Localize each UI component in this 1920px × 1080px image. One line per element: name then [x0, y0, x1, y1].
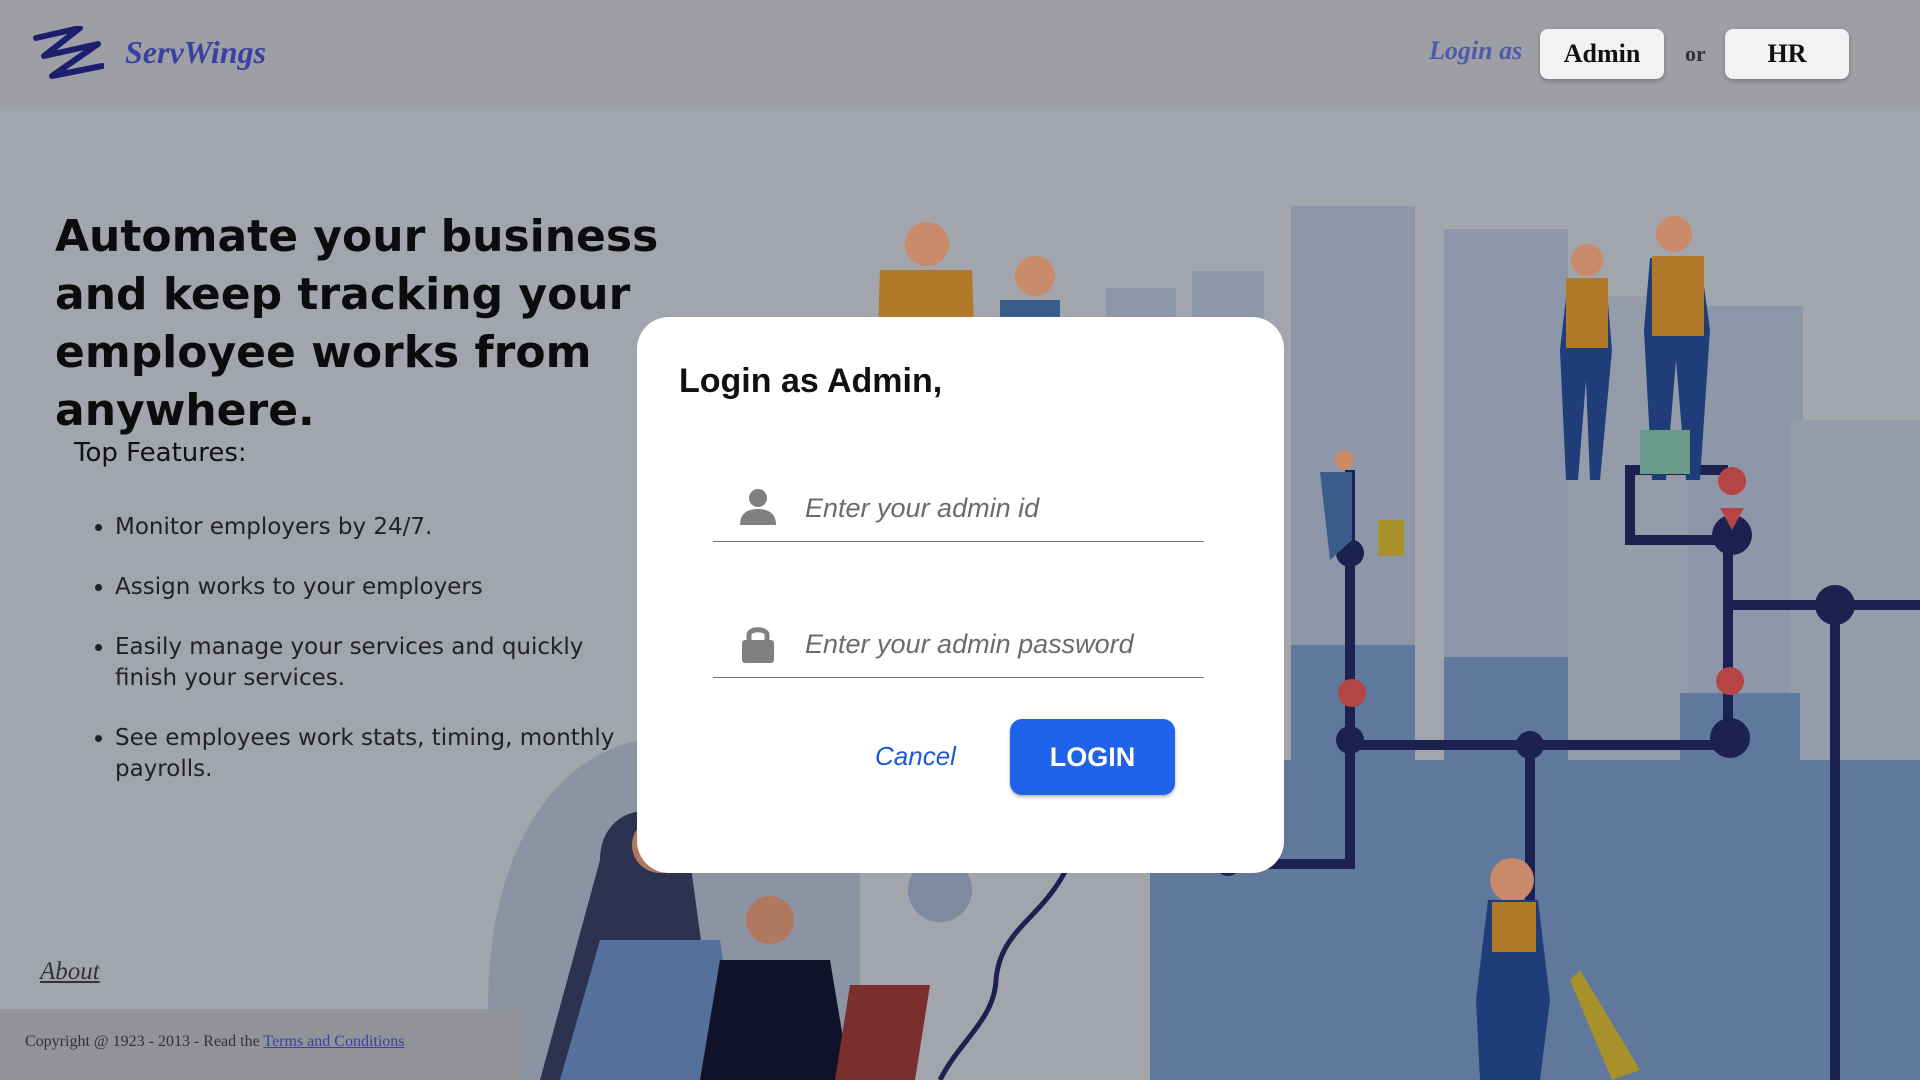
features-list: Monitor employers by 24/7. Assign works … — [70, 512, 635, 814]
admin-id-field[interactable] — [713, 479, 1204, 542]
copyright-prefix: Copyright @ 1923 - 2013 - Read the — [25, 1033, 260, 1050]
feature-item: See employees work stats, timing, monthl… — [115, 723, 635, 785]
feature-item: Easily manage your services and quickly … — [115, 632, 635, 694]
admin-password-field[interactable] — [713, 615, 1204, 678]
lock-icon — [742, 627, 774, 663]
modal-title: Login as Admin, — [679, 362, 943, 400]
feature-item: Monitor employers by 24/7. — [115, 512, 635, 543]
terms-link[interactable]: Terms and Conditions — [263, 1033, 404, 1050]
user-icon — [740, 489, 776, 525]
login-button[interactable]: LOGIN — [1010, 719, 1175, 795]
feature-item: Assign works to your employers — [115, 572, 635, 603]
copyright-text: Copyright @ 1923 - 2013 - Read the Terms… — [25, 1033, 405, 1051]
features-title: Top Features: — [74, 438, 247, 468]
admin-password-input[interactable] — [803, 623, 1197, 665]
about-link[interactable]: About — [40, 958, 100, 986]
hero-headline: Automate your business and keep tracking… — [55, 211, 659, 436]
admin-id-input[interactable] — [803, 487, 1197, 529]
cancel-button[interactable]: Cancel — [875, 741, 956, 772]
login-modal: Login as Admin, Cancel LOGIN — [637, 317, 1284, 873]
